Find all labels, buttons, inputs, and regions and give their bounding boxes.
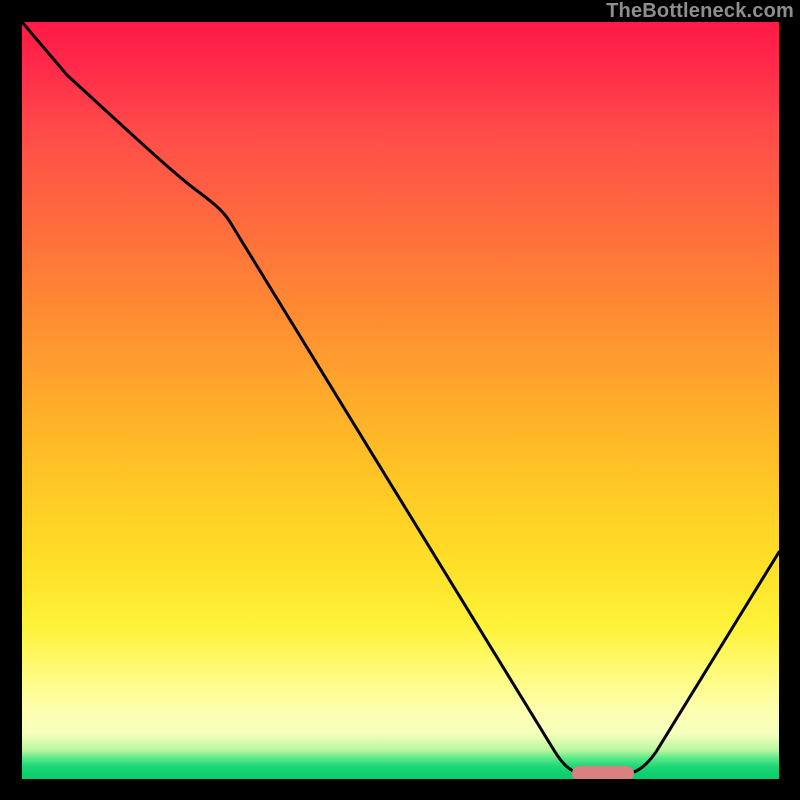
watermark-text: TheBottleneck.com xyxy=(606,0,794,23)
curve-layer xyxy=(22,22,779,779)
plot-area xyxy=(22,22,779,779)
bottleneck-curve-path xyxy=(22,22,779,774)
chart-stage: TheBottleneck.com xyxy=(0,0,800,800)
bottleneck-marker xyxy=(572,766,634,779)
